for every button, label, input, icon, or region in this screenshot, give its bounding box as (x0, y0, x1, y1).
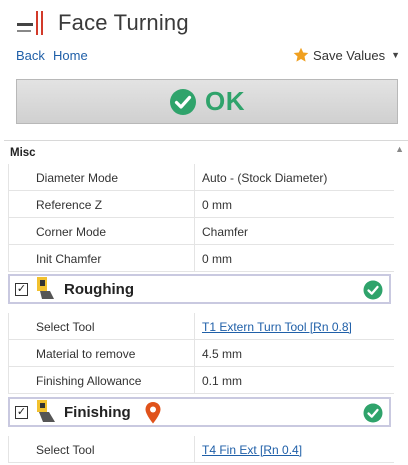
property-row-reference-z[interactable]: Reference Z 0 mm (8, 191, 394, 218)
property-row-corner-mode[interactable]: Corner Mode Chamfer (8, 218, 394, 245)
property-value[interactable]: Auto - (Stock Diameter) (202, 171, 327, 185)
tool-link[interactable]: T4 Fin Ext [Rn 0.4] (202, 443, 302, 457)
property-row-init-chamfer[interactable]: Init Chamfer 0 mm (8, 245, 394, 272)
check-circle-icon (363, 403, 383, 423)
property-row-diameter-mode[interactable]: Diameter Mode Auto - (Stock Diameter) (8, 164, 394, 191)
back-link[interactable]: Back (16, 48, 45, 63)
property-value[interactable]: 0.1 mm (202, 374, 242, 388)
property-value[interactable]: 0 mm (202, 198, 232, 212)
face-turning-icon (17, 11, 43, 35)
roughing-label: Roughing (64, 281, 134, 298)
property-label: Reference Z (36, 198, 103, 212)
roughing-tool-icon (37, 277, 54, 299)
ok-button[interactable]: OK (16, 79, 398, 124)
check-circle-icon (363, 280, 383, 300)
page-title: Face Turning (58, 10, 189, 35)
property-label: Select Tool (36, 443, 95, 457)
property-value[interactable]: 4.5 mm (202, 347, 242, 361)
properties-panel[interactable]: ▲ Misc Diameter Mode Auto - (Stock Diame… (4, 140, 408, 465)
property-value[interactable]: 0 mm (202, 252, 232, 266)
property-label: Select Tool (36, 320, 95, 334)
roughing-checkbox[interactable]: ✓ (15, 283, 28, 296)
property-label: Corner Mode (36, 225, 107, 239)
property-value[interactable]: Chamfer (202, 225, 248, 239)
section-misc-header: Misc (10, 147, 36, 159)
roughing-group-header[interactable]: ✓ Roughing (8, 274, 391, 304)
save-values-button[interactable]: Save Values ▼ (293, 47, 400, 63)
home-link[interactable]: Home (53, 48, 88, 63)
finishing-label: Finishing (64, 404, 131, 421)
save-values-label: Save Values (313, 47, 386, 63)
property-label: Diameter Mode (36, 171, 119, 185)
check-circle-icon (170, 88, 196, 115)
property-label: Finishing Allowance (36, 374, 142, 388)
nav-bar: Back Home Save Values ▼ (0, 48, 408, 68)
scroll-up-arrow[interactable]: ▲ (395, 144, 404, 154)
property-label: Material to remove (36, 347, 136, 361)
tool-link[interactable]: T1 Extern Turn Tool [Rn 0.8] (202, 320, 352, 334)
finishing-tool-icon (37, 400, 55, 422)
header: Face Turning (0, 0, 408, 46)
finishing-group-header[interactable]: ✓ Finishing (8, 397, 391, 427)
star-icon (293, 47, 309, 62)
property-row-finishing-allowance[interactable]: Finishing Allowance 0.1 mm (8, 367, 394, 394)
property-row-select-tool-finishing[interactable]: Select Tool T4 Fin Ext [Rn 0.4] (8, 436, 394, 463)
property-row-select-tool-roughing[interactable]: Select Tool T1 Extern Turn Tool [Rn 0.8] (8, 313, 394, 340)
property-row-material-to-remove[interactable]: Material to remove 4.5 mm (8, 340, 394, 367)
ok-label: OK (205, 86, 245, 116)
property-label: Init Chamfer (36, 252, 102, 266)
location-pin-icon (145, 402, 161, 424)
chevron-down-icon: ▼ (391, 50, 400, 60)
finishing-checkbox[interactable]: ✓ (15, 406, 28, 419)
